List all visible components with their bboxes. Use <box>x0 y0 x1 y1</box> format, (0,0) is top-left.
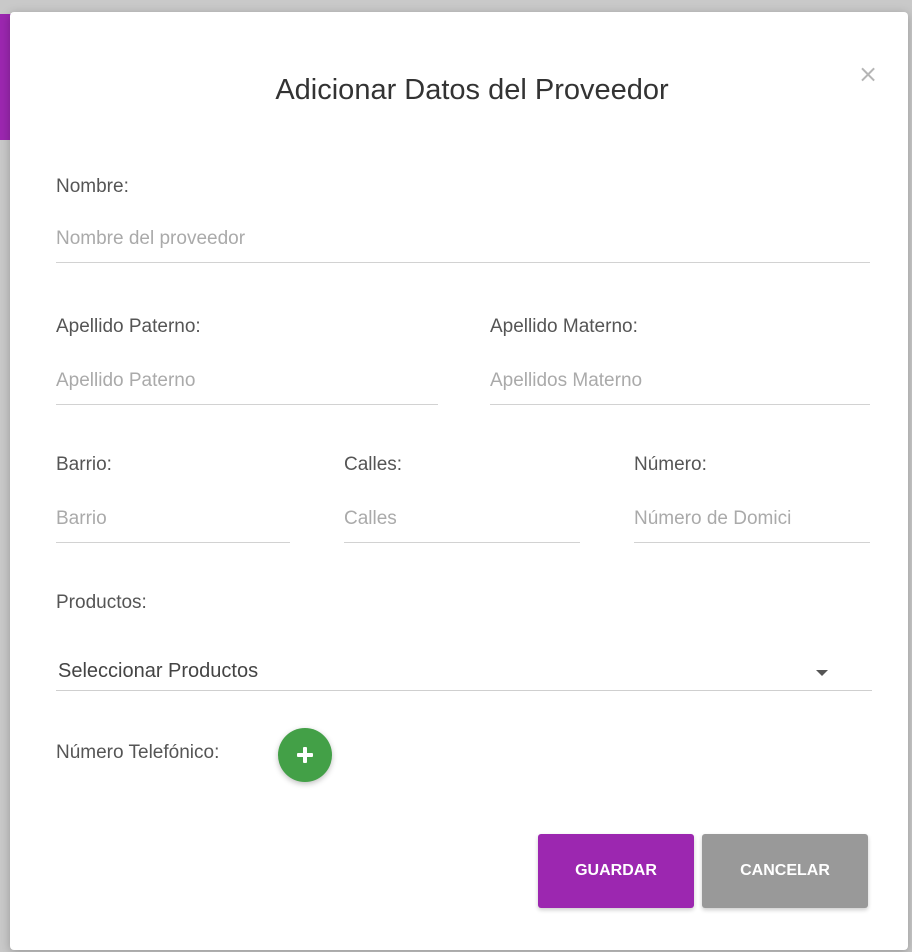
add-phone-button[interactable] <box>278 728 332 782</box>
calles-input[interactable] <box>344 506 580 543</box>
productos-select[interactable]: Seleccionar Productos <box>56 652 872 691</box>
nombre-label: Nombre: <box>56 176 129 197</box>
cancel-button[interactable]: CANCELAR <box>702 834 868 908</box>
productos-label: Productos: <box>56 592 147 613</box>
add-supplier-dialog: × Adicionar Datos del Proveedor Nombre: … <box>10 12 908 950</box>
barrio-input[interactable] <box>56 506 290 543</box>
plus-icon-vertical-stroke <box>303 747 307 763</box>
save-button[interactable]: GUARDAR <box>538 834 694 908</box>
telefono-label: Número Telefónico: <box>56 742 220 763</box>
dialog-title: Adicionar Datos del Proveedor <box>275 74 669 106</box>
barrio-label: Barrio: <box>56 454 112 475</box>
calles-label: Calles: <box>344 454 403 475</box>
apellido-materno-label: Apellido Materno: <box>490 316 638 337</box>
apellido-materno-input[interactable] <box>490 368 870 405</box>
productos-select-value: Seleccionar Productos <box>58 660 259 682</box>
apellido-paterno-input[interactable] <box>56 368 438 405</box>
caret-down-icon <box>816 670 828 676</box>
numero-label: Número: <box>634 454 707 475</box>
numero-input[interactable] <box>634 506 870 543</box>
nombre-input[interactable] <box>56 226 870 263</box>
apellido-paterno-label: Apellido Paterno: <box>56 316 201 337</box>
